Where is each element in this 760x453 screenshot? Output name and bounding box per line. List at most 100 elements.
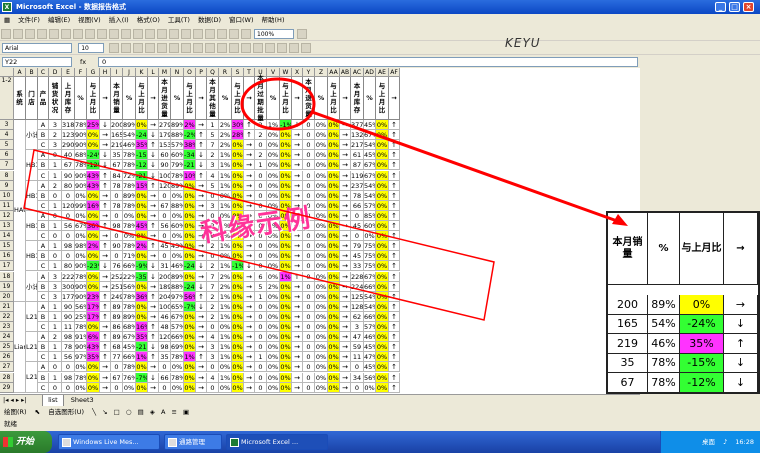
- data-cell[interactable]: ↓: [196, 301, 207, 312]
- data-cell[interactable]: 3: [49, 271, 62, 282]
- data-cell[interactable]: 0%: [267, 251, 280, 262]
- data-cell[interactable]: →: [148, 200, 159, 211]
- column-header[interactable]: O: [184, 68, 196, 77]
- column-header[interactable]: D: [49, 68, 62, 77]
- data-cell[interactable]: 0: [49, 210, 62, 221]
- data-cell[interactable]: -15%: [136, 150, 148, 161]
- data-cell[interactable]: →: [244, 251, 255, 262]
- data-cell[interactable]: 2: [207, 150, 219, 161]
- help-icon[interactable]: [297, 29, 307, 39]
- data-cell[interactable]: 46%: [364, 332, 376, 343]
- data-cell[interactable]: 0%: [280, 301, 292, 312]
- data-cell[interactable]: 0%: [328, 231, 340, 242]
- data-cell[interactable]: →: [292, 241, 303, 252]
- column-header[interactable]: R: [219, 68, 232, 77]
- draw-menu[interactable]: 绘图(R): [0, 408, 31, 416]
- data-cell[interactable]: →: [340, 180, 351, 191]
- data-cell[interactable]: →: [292, 352, 303, 363]
- data-cell[interactable]: 0: [303, 311, 315, 322]
- data-cell[interactable]: ↑: [389, 231, 400, 242]
- data-cell[interactable]: 0%: [219, 362, 232, 373]
- sort-asc-icon[interactable]: [205, 29, 215, 39]
- data-cell[interactable]: 0%: [87, 251, 100, 262]
- data-cell[interactable]: 0: [111, 231, 123, 242]
- data-cell[interactable]: 65%: [171, 301, 184, 312]
- data-cell[interactable]: 0%: [328, 281, 340, 292]
- data-cell[interactable]: 66%: [364, 281, 376, 292]
- data-cell[interactable]: 56: [62, 221, 75, 232]
- data-cell[interactable]: ↑: [389, 170, 400, 181]
- data-cell[interactable]: 11: [351, 352, 364, 363]
- data-cell[interactable]: 7: [207, 271, 219, 282]
- data-cell[interactable]: 0: [351, 231, 364, 242]
- menu-item[interactable]: 文件(F): [14, 14, 44, 27]
- data-cell[interactable]: ↑: [389, 180, 400, 191]
- data-cell[interactable]: 0%: [328, 241, 340, 252]
- data-cell[interactable]: 38%: [184, 140, 196, 151]
- data-cell[interactable]: C: [38, 170, 49, 181]
- data-cell[interactable]: 0%: [328, 261, 340, 272]
- spell-icon[interactable]: [85, 29, 95, 39]
- data-cell[interactable]: 0%: [315, 170, 328, 181]
- data-cell[interactable]: 0%: [232, 170, 244, 181]
- undo-icon[interactable]: [157, 29, 167, 39]
- data-cell[interactable]: 0%: [136, 210, 148, 221]
- data-cell[interactable]: 0%: [315, 311, 328, 322]
- data-cell[interactable]: 0%: [280, 241, 292, 252]
- data-cell[interactable]: 0%: [232, 362, 244, 373]
- data-cell[interactable]: 0%: [280, 362, 292, 373]
- data-cell[interactable]: 0%: [376, 322, 389, 333]
- data-cell[interactable]: 7: [207, 281, 219, 292]
- row-header[interactable]: 9: [0, 180, 14, 191]
- data-cell[interactable]: 0%: [376, 301, 389, 312]
- data-cell[interactable]: →: [196, 180, 207, 191]
- data-cell[interactable]: 0%: [184, 190, 196, 201]
- data-cell[interactable]: 60: [159, 150, 171, 161]
- data-cell[interactable]: ↑: [389, 362, 400, 373]
- data-cell[interactable]: 1: [49, 200, 62, 211]
- data-cell[interactable]: 0%: [184, 221, 196, 232]
- data-cell[interactable]: 0: [303, 382, 315, 393]
- data-cell[interactable]: →: [196, 251, 207, 262]
- data-cell[interactable]: 2: [49, 130, 62, 141]
- data-cell[interactable]: 0%: [123, 210, 136, 221]
- data-cell[interactable]: 0%: [315, 281, 328, 292]
- data-cell[interactable]: 45%: [364, 120, 376, 131]
- data-cell[interactable]: 0%: [315, 190, 328, 201]
- data-cell[interactable]: 85%: [364, 210, 376, 221]
- data-cell[interactable]: →: [340, 251, 351, 262]
- row-header[interactable]: 12: [0, 210, 14, 221]
- data-cell[interactable]: 0%: [232, 271, 244, 282]
- data-cell[interactable]: 0: [255, 261, 267, 272]
- data-cell[interactable]: 78%: [171, 372, 184, 383]
- bold-icon[interactable]: [109, 43, 120, 53]
- data-cell[interactable]: 0%: [315, 301, 328, 312]
- column-header[interactable]: T: [244, 68, 255, 77]
- data-cell[interactable]: 0: [303, 271, 315, 282]
- data-cell[interactable]: 0%: [267, 180, 280, 191]
- data-cell[interactable]: 0%: [232, 281, 244, 292]
- data-cell[interactable]: 0%: [184, 180, 196, 191]
- data-cell[interactable]: 0%: [376, 170, 389, 181]
- data-cell[interactable]: 56%: [364, 372, 376, 383]
- data-cell[interactable]: 0: [207, 190, 219, 201]
- data-cell[interactable]: →: [244, 372, 255, 383]
- inc-decimal-icon[interactable]: [229, 43, 240, 53]
- data-cell[interactable]: 2: [255, 120, 267, 131]
- data-cell[interactable]: →: [340, 221, 351, 232]
- data-cell[interactable]: -21%: [136, 342, 148, 353]
- data-cell[interactable]: 0: [49, 190, 62, 201]
- data-cell[interactable]: 40: [62, 150, 75, 161]
- data-cell[interactable]: 0%: [280, 150, 292, 161]
- data-cell[interactable]: 56: [62, 352, 75, 363]
- task-excel[interactable]: Microsoft Excel ...: [226, 434, 328, 450]
- fx-icon[interactable]: fx: [80, 57, 98, 67]
- fill-color-icon[interactable]: ◈: [148, 408, 157, 416]
- data-cell[interactable]: ↓: [148, 160, 159, 171]
- data-cell[interactable]: 90: [111, 241, 123, 252]
- data-cell[interactable]: 0%: [315, 231, 328, 242]
- row-header[interactable]: 6: [0, 150, 14, 161]
- data-cell[interactable]: 100: [159, 301, 171, 312]
- line-style-icon[interactable]: ≡: [169, 408, 178, 416]
- data-cell[interactable]: 0%: [232, 291, 244, 302]
